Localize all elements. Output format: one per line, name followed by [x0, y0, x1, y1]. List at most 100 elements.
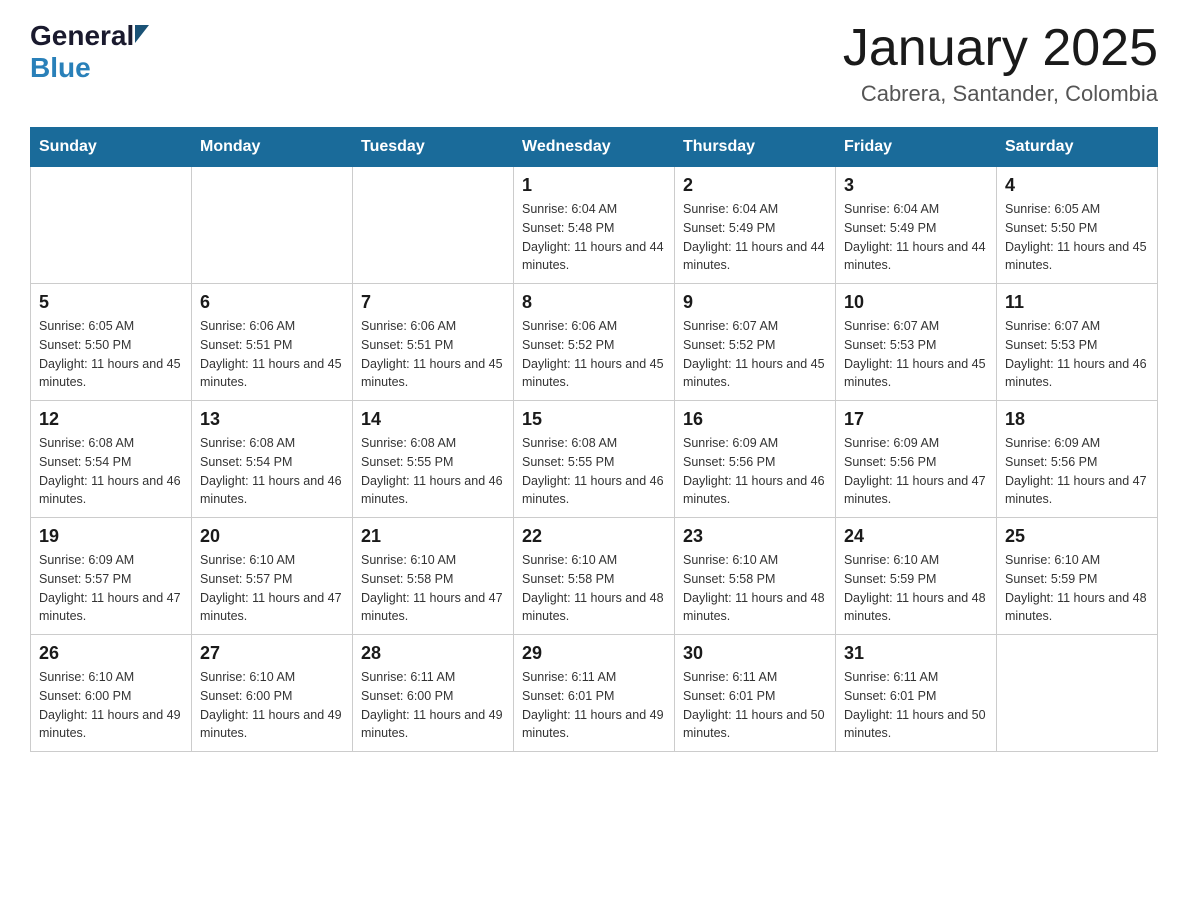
- calendar-cell: 17Sunrise: 6:09 AM Sunset: 5:56 PM Dayli…: [836, 401, 997, 518]
- day-number: 19: [39, 526, 183, 547]
- day-info: Sunrise: 6:08 AM Sunset: 5:54 PM Dayligh…: [39, 434, 183, 509]
- day-number: 26: [39, 643, 183, 664]
- day-number: 4: [1005, 175, 1149, 196]
- day-number: 21: [361, 526, 505, 547]
- day-info: Sunrise: 6:06 AM Sunset: 5:52 PM Dayligh…: [522, 317, 666, 392]
- logo: General Blue: [30, 20, 149, 84]
- calendar-week-row: 12 Sunrise: 6:08 AM Sunset: 5:54 PM Dayli…: [31, 401, 1158, 518]
- calendar-cell: 26 Sunrise: 6:10 AM Sunset: 6:00 PM Dayli…: [31, 635, 192, 752]
- day-number: 12: [39, 409, 183, 430]
- day-info: Sunrise: 6:10 AM Sunset: 5:59 PM Dayligh…: [844, 551, 988, 626]
- calendar-cell: 19 Sunrise: 6:09 AM Sunset: 5:57 PM Dayli…: [31, 518, 192, 635]
- day-number: 15: [522, 409, 666, 430]
- calendar-cell: 22 Sunrise: 6:10 AM Sunset: 5:58 PM Dayli…: [514, 518, 675, 635]
- day-info: Sunrise: 6:04 AM Sunset: 5:48 PM Dayligh…: [522, 200, 666, 275]
- calendar-cell: 31 Sunrise: 6:11 AM Sunset: 6:01 PM Dayli…: [836, 635, 997, 752]
- day-number: 14: [361, 409, 505, 430]
- day-number: 28: [361, 643, 505, 664]
- day-number: 16: [683, 409, 827, 430]
- location-subtitle: Cabrera, Santander, Colombia: [843, 81, 1158, 107]
- calendar-cell: 6Sunrise: 6:06 AM Sunset: 5:51 PM Daylig…: [192, 284, 353, 401]
- calendar-header-friday: Friday: [836, 128, 997, 167]
- day-number: 11: [1005, 292, 1149, 313]
- day-number: 29: [522, 643, 666, 664]
- month-year-title: January 2025: [843, 20, 1158, 77]
- calendar-cell: 29 Sunrise: 6:11 AM Sunset: 6:01 PM Dayli…: [514, 635, 675, 752]
- calendar-table: SundayMondayTuesdayWednesdayThursdayFrid…: [30, 127, 1158, 752]
- day-number: 2: [683, 175, 827, 196]
- day-info: Sunrise: 6:10 AM Sunset: 5:57 PM Dayligh…: [200, 551, 344, 626]
- calendar-header-tuesday: Tuesday: [353, 128, 514, 167]
- day-info: Sunrise: 6:11 AM Sunset: 6:00 PM Dayligh…: [361, 668, 505, 743]
- calendar-cell: 30Sunrise: 6:11 AM Sunset: 6:01 PM Dayli…: [675, 635, 836, 752]
- day-info: Sunrise: 6:04 AM Sunset: 5:49 PM Dayligh…: [844, 200, 988, 275]
- day-number: 22: [522, 526, 666, 547]
- calendar-cell: 24 Sunrise: 6:10 AM Sunset: 5:59 PM Dayli…: [836, 518, 997, 635]
- calendar-header-saturday: Saturday: [997, 128, 1158, 167]
- day-info: Sunrise: 6:10 AM Sunset: 6:00 PM Dayligh…: [200, 668, 344, 743]
- calendar-cell: 8Sunrise: 6:06 AM Sunset: 5:52 PM Daylig…: [514, 284, 675, 401]
- day-info: Sunrise: 6:05 AM Sunset: 5:50 PM Dayligh…: [39, 317, 183, 392]
- calendar-cell: 27 Sunrise: 6:10 AM Sunset: 6:00 PM Dayli…: [192, 635, 353, 752]
- day-number: 31: [844, 643, 988, 664]
- calendar-cell: 15 Sunrise: 6:08 AM Sunset: 5:55 PM Dayli…: [514, 401, 675, 518]
- day-number: 25: [1005, 526, 1149, 547]
- calendar-cell: 14 Sunrise: 6:08 AM Sunset: 5:55 PM Dayli…: [353, 401, 514, 518]
- calendar-cell: 28 Sunrise: 6:11 AM Sunset: 6:00 PM Dayli…: [353, 635, 514, 752]
- calendar-header-thursday: Thursday: [675, 128, 836, 167]
- calendar-cell: 11 Sunrise: 6:07 AM Sunset: 5:53 PM Dayli…: [997, 284, 1158, 401]
- day-info: Sunrise: 6:07 AM Sunset: 5:53 PM Dayligh…: [844, 317, 988, 392]
- title-section: January 2025 Cabrera, Santander, Colombi…: [843, 20, 1158, 107]
- calendar-cell: 5 Sunrise: 6:05 AM Sunset: 5:50 PM Daylig…: [31, 284, 192, 401]
- day-info: Sunrise: 6:08 AM Sunset: 5:55 PM Dayligh…: [522, 434, 666, 509]
- day-number: 9: [683, 292, 827, 313]
- calendar-cell: 13Sunrise: 6:08 AM Sunset: 5:54 PM Dayli…: [192, 401, 353, 518]
- day-number: 5: [39, 292, 183, 313]
- day-info: Sunrise: 6:07 AM Sunset: 5:52 PM Dayligh…: [683, 317, 827, 392]
- day-info: Sunrise: 6:09 AM Sunset: 5:56 PM Dayligh…: [683, 434, 827, 509]
- day-info: Sunrise: 6:09 AM Sunset: 5:56 PM Dayligh…: [1005, 434, 1149, 509]
- logo-blue-text: Blue: [30, 52, 91, 84]
- calendar-cell: 20Sunrise: 6:10 AM Sunset: 5:57 PM Dayli…: [192, 518, 353, 635]
- day-info: Sunrise: 6:10 AM Sunset: 6:00 PM Dayligh…: [39, 668, 183, 743]
- day-info: Sunrise: 6:11 AM Sunset: 6:01 PM Dayligh…: [522, 668, 666, 743]
- day-number: 3: [844, 175, 988, 196]
- day-info: Sunrise: 6:10 AM Sunset: 5:59 PM Dayligh…: [1005, 551, 1149, 626]
- day-number: 27: [200, 643, 344, 664]
- day-info: Sunrise: 6:08 AM Sunset: 5:54 PM Dayligh…: [200, 434, 344, 509]
- day-number: 24: [844, 526, 988, 547]
- day-number: 18: [1005, 409, 1149, 430]
- calendar-cell: [31, 167, 192, 284]
- day-info: Sunrise: 6:08 AM Sunset: 5:55 PM Dayligh…: [361, 434, 505, 509]
- day-info: Sunrise: 6:05 AM Sunset: 5:50 PM Dayligh…: [1005, 200, 1149, 275]
- day-info: Sunrise: 6:06 AM Sunset: 5:51 PM Dayligh…: [361, 317, 505, 392]
- logo-general-text: General: [30, 20, 134, 52]
- day-info: Sunrise: 6:10 AM Sunset: 5:58 PM Dayligh…: [522, 551, 666, 626]
- day-info: Sunrise: 6:04 AM Sunset: 5:49 PM Dayligh…: [683, 200, 827, 275]
- calendar-cell: [997, 635, 1158, 752]
- day-number: 1: [522, 175, 666, 196]
- calendar-cell: 1 Sunrise: 6:04 AM Sunset: 5:48 PM Daylig…: [514, 167, 675, 284]
- calendar-week-row: 19 Sunrise: 6:09 AM Sunset: 5:57 PM Dayli…: [31, 518, 1158, 635]
- day-info: Sunrise: 6:10 AM Sunset: 5:58 PM Dayligh…: [683, 551, 827, 626]
- calendar-cell: [353, 167, 514, 284]
- calendar-week-row: 5 Sunrise: 6:05 AM Sunset: 5:50 PM Daylig…: [31, 284, 1158, 401]
- calendar-cell: 25 Sunrise: 6:10 AM Sunset: 5:59 PM Dayli…: [997, 518, 1158, 635]
- day-info: Sunrise: 6:06 AM Sunset: 5:51 PM Dayligh…: [200, 317, 344, 392]
- calendar-cell: 2 Sunrise: 6:04 AM Sunset: 5:49 PM Daylig…: [675, 167, 836, 284]
- day-info: Sunrise: 6:11 AM Sunset: 6:01 PM Dayligh…: [844, 668, 988, 743]
- calendar-header-wednesday: Wednesday: [514, 128, 675, 167]
- day-info: Sunrise: 6:09 AM Sunset: 5:57 PM Dayligh…: [39, 551, 183, 626]
- calendar-header-sunday: Sunday: [31, 128, 192, 167]
- calendar-header-monday: Monday: [192, 128, 353, 167]
- calendar-cell: 16 Sunrise: 6:09 AM Sunset: 5:56 PM Dayli…: [675, 401, 836, 518]
- calendar-cell: 3 Sunrise: 6:04 AM Sunset: 5:49 PM Daylig…: [836, 167, 997, 284]
- calendar-cell: 18 Sunrise: 6:09 AM Sunset: 5:56 PM Dayli…: [997, 401, 1158, 518]
- day-number: 17: [844, 409, 988, 430]
- day-info: Sunrise: 6:07 AM Sunset: 5:53 PM Dayligh…: [1005, 317, 1149, 392]
- day-info: Sunrise: 6:10 AM Sunset: 5:58 PM Dayligh…: [361, 551, 505, 626]
- calendar-cell: 21 Sunrise: 6:10 AM Sunset: 5:58 PM Dayli…: [353, 518, 514, 635]
- day-number: 7: [361, 292, 505, 313]
- calendar-cell: 12 Sunrise: 6:08 AM Sunset: 5:54 PM Dayli…: [31, 401, 192, 518]
- calendar-cell: [192, 167, 353, 284]
